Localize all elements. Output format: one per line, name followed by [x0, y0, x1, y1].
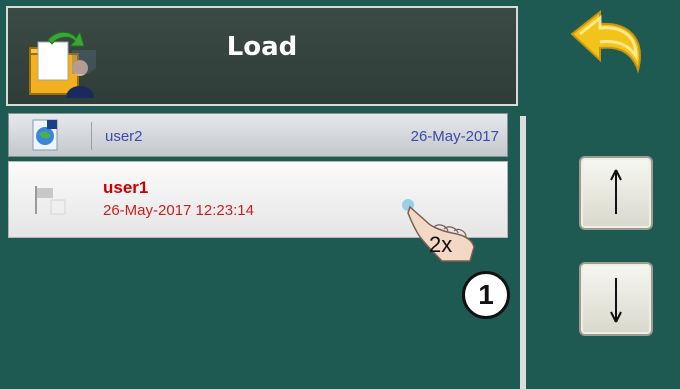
user-date: 26-May-2017 12:23:14 — [103, 202, 254, 219]
scrollbar[interactable] — [520, 116, 526, 389]
arrow-up-icon — [610, 169, 622, 214]
scroll-up-button[interactable] — [573, 150, 659, 236]
flag-icon — [31, 182, 67, 221]
screen: Load user2 26-May-2017 user1 26-May-2017… — [0, 0, 680, 389]
step-number-badge: 1 — [462, 271, 510, 319]
scroll-down-button[interactable] — [573, 256, 659, 342]
user-name: user2 — [105, 128, 143, 145]
scroll-up-face — [579, 156, 653, 230]
tap-count-label: 2x — [429, 232, 453, 257]
user-globe-icon — [31, 118, 59, 157]
arrow-down-icon — [610, 278, 622, 323]
back-button[interactable] — [566, 8, 650, 85]
user-date: 26-May-2017 — [410, 128, 499, 145]
page-title: Load — [226, 32, 298, 62]
user-name: user1 — [103, 178, 149, 197]
scroll-down-face — [579, 262, 653, 336]
back-arrow-icon — [570, 9, 641, 74]
list-item[interactable]: user2 26-May-2017 — [8, 113, 508, 157]
header-bar: Load — [6, 6, 518, 106]
row-divider — [91, 122, 92, 150]
